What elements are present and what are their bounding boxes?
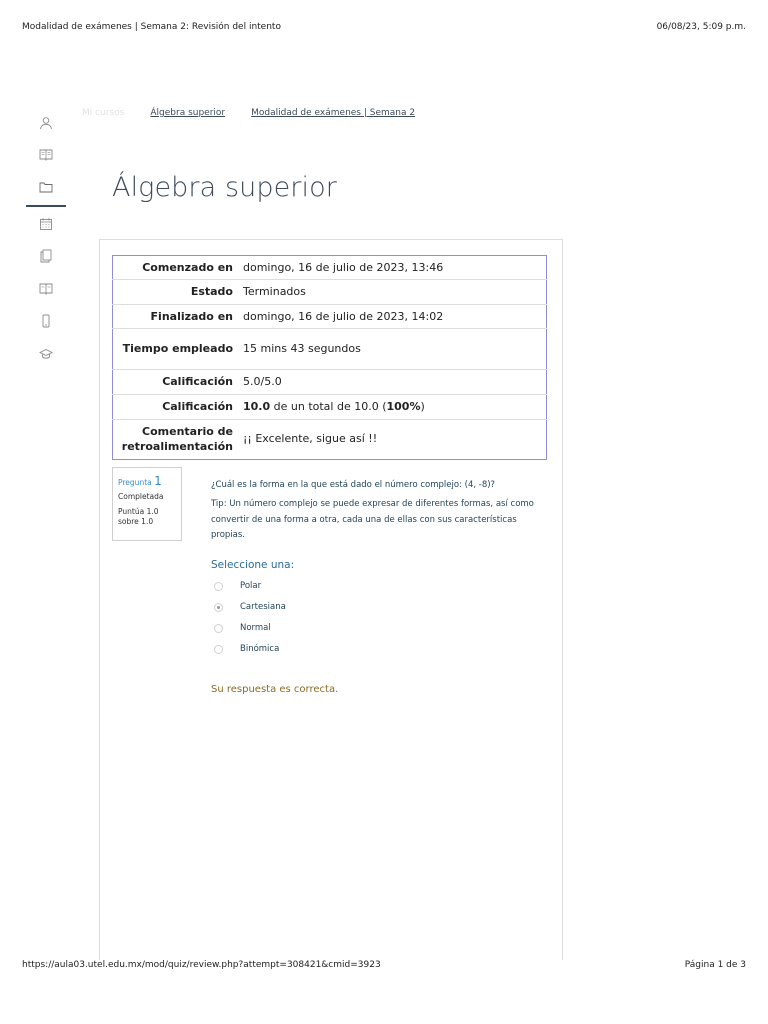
summary-value: domingo, 16 de julio de 2023, 13:46 <box>243 261 444 274</box>
print-header-title: Modalidad de exámenes | Semana 2: Revisi… <box>22 22 281 32</box>
answer-feedback: Su respuesta es correcta. <box>211 684 339 695</box>
user-icon <box>40 117 52 130</box>
rail-item-calendar[interactable] <box>26 213 66 235</box>
grade-percent: 100% <box>386 399 421 413</box>
print-footer-page: Página 1 de 3 <box>684 960 746 970</box>
table-row: Tiempo empleado 15 mins 43 segundos <box>112 329 547 370</box>
breadcrumb-course-link[interactable]: Álgebra superior <box>150 108 225 118</box>
print-header-datetime: 06/08/23, 5:09 p.m. <box>656 22 746 32</box>
table-row: Calificación 5.0/5.0 <box>112 370 547 395</box>
summary-value: domingo, 16 de julio de 2023, 14:02 <box>243 309 444 323</box>
rail-item-graduation[interactable] <box>26 343 66 365</box>
rail-item-mobile[interactable] <box>26 310 66 332</box>
grade-total-text: de un total de 10.0 ( <box>270 399 387 413</box>
answer-option-label: Normal <box>240 623 271 633</box>
rail-active-indicator <box>26 205 66 207</box>
summary-label: Calificación <box>162 399 233 413</box>
rail-item-courses[interactable] <box>26 143 66 165</box>
summary-value: 15 mins 43 segundos <box>243 342 361 356</box>
answer-option-label: Polar <box>240 581 262 591</box>
documents-icon <box>40 249 52 263</box>
question-info-box: Pregunta 1 Completada Puntúa 1.0 sobre 1… <box>112 467 182 541</box>
print-footer-url: https://aula03.utel.edu.mx/mod/quiz/revi… <box>22 960 381 970</box>
answer-option[interactable]: Cartesiana <box>214 602 286 612</box>
answer-prompt: Seleccione una: <box>211 559 295 571</box>
question-tip: Tip: Un número complejo se puede expresa… <box>211 499 534 540</box>
folder-icon <box>39 182 53 193</box>
question-text: ¿Cuál es la forma en la que está dado el… <box>211 480 496 490</box>
breadcrumb: Mi cursos Álgebra superior Modalidad de … <box>82 108 441 118</box>
rail-item-profile[interactable] <box>26 112 66 134</box>
answer-option[interactable]: Normal <box>214 623 271 633</box>
summary-label: Estado <box>190 285 233 299</box>
radio-button[interactable] <box>214 644 223 654</box>
summary-value: 10.0 de un total de 10.0 (100%) <box>241 394 547 419</box>
mobile-icon <box>42 314 50 328</box>
page-title: Álgebra superior <box>112 172 337 203</box>
summary-value: Terminados <box>243 285 306 299</box>
table-row: Finalizado en domingo, 16 de julio de 20… <box>112 304 547 329</box>
breadcrumb-activity-link[interactable]: Modalidad de exámenes | Semana 2 <box>251 108 415 118</box>
rail-item-documents[interactable] <box>26 245 66 267</box>
rail-item-library[interactable] <box>26 277 66 299</box>
summary-label: Comentario de retroalimentación <box>121 424 233 454</box>
rail-item-files[interactable] <box>26 176 66 198</box>
summary-label: Calificación <box>162 375 233 389</box>
book-open-icon <box>39 283 53 295</box>
table-row: Comentario de retroalimentación ¡¡ Excel… <box>113 419 547 459</box>
question-state: Completada <box>118 492 164 501</box>
answer-option[interactable]: Polar <box>214 581 261 591</box>
radio-button[interactable] <box>214 581 223 591</box>
summary-value: ¡¡ Excelente, sigue así !! <box>243 432 378 446</box>
question-number-value: 1 <box>154 474 162 488</box>
summary-label: Comenzado en <box>142 261 233 274</box>
summary-value: 5.0/5.0 <box>243 375 282 389</box>
answer-option-label: Cartesiana <box>240 602 286 612</box>
breadcrumb-home-link[interactable]: Mi cursos <box>82 108 124 118</box>
grade-close-paren: ) <box>420 399 425 413</box>
summary-label: Finalizado en <box>150 309 233 323</box>
answer-option-label: Binómica <box>240 644 280 654</box>
answer-option[interactable]: Binómica <box>214 644 279 654</box>
graduation-cap-icon <box>39 348 53 359</box>
attempt-summary-table: Comenzado en domingo, 16 de julio de 202… <box>112 255 547 460</box>
question-grade: Puntúa 1.0 sobre 1.0 <box>118 507 159 526</box>
print-page: Modalidad de exámenes | Semana 2: Revisi… <box>0 0 768 1024</box>
grade-score: 10.0 <box>243 399 271 413</box>
question-number: Pregunta 1 <box>118 474 181 488</box>
table-row: Comenzado en domingo, 16 de julio de 202… <box>112 256 547 280</box>
summary-label: Tiempo empleado <box>122 342 233 356</box>
table-row: Calificación 10.0 de un total de 10.0 (1… <box>112 394 547 420</box>
radio-button-selected[interactable] <box>214 602 223 612</box>
question-label: Pregunta <box>118 478 152 487</box>
book-icon <box>39 149 53 161</box>
table-row: Estado Terminados <box>112 280 547 305</box>
radio-button[interactable] <box>214 623 223 633</box>
calendar-icon <box>40 218 52 230</box>
